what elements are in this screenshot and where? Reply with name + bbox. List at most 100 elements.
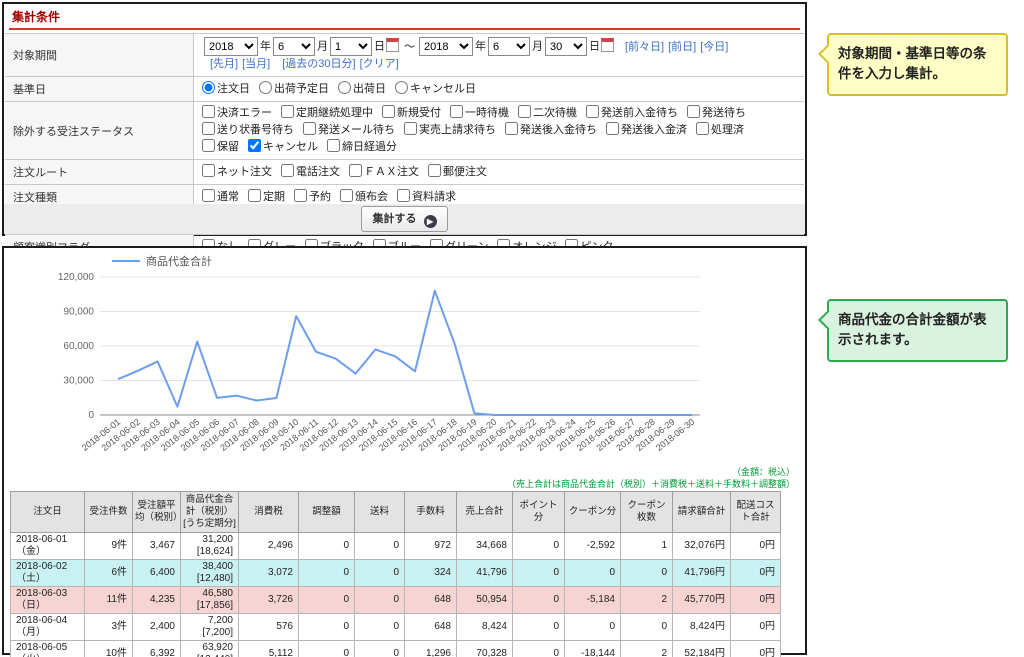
checkbox-保留[interactable]	[202, 139, 215, 152]
checkbox-資料請求[interactable]	[397, 189, 410, 202]
checkbox-郵便注文[interactable]	[428, 164, 441, 177]
checkbox-option: 通常	[202, 191, 239, 203]
option-label: 発送メール待ち	[318, 124, 395, 136]
value-cell: 0	[299, 640, 355, 657]
date-shortcut-link[interactable]: [前々日]	[625, 41, 664, 53]
shortcut-link-group: [前々日] [前日] [今日]	[625, 41, 732, 53]
option-label: 送り状番号待ち	[217, 124, 294, 136]
date-shortcut-link[interactable]: [先月]	[210, 58, 238, 70]
radio-キャンセル日[interactable]	[395, 81, 408, 94]
checkbox-新規受付[interactable]	[382, 105, 395, 118]
checkbox-ＦＡＸ注文[interactable]	[349, 164, 362, 177]
checkbox-発送後入金済[interactable]	[606, 122, 619, 135]
date-unit-label: 日	[374, 41, 385, 53]
checkbox-発送前入金待ち[interactable]	[586, 105, 599, 118]
radio-出荷日[interactable]	[338, 81, 351, 94]
checkbox-option: 実売上請求待ち	[404, 124, 496, 136]
date-shortcut-link[interactable]: [前日]	[668, 41, 696, 53]
checkbox-option: ＦＡＸ注文	[349, 166, 419, 178]
value-cell: 41,796	[457, 559, 513, 586]
option-label: ネット注文	[217, 166, 272, 178]
date-shortcut-link[interactable]: [今日]	[700, 41, 728, 53]
option-label: 発送前入金待ち	[601, 107, 678, 119]
checkbox-発送後入金待ち[interactable]	[505, 122, 518, 135]
checkbox-二次待機[interactable]	[518, 105, 531, 118]
row-label: 基準日	[5, 77, 194, 102]
checkbox-実売上請求待ち[interactable]	[404, 122, 417, 135]
radio-出荷予定日[interactable]	[259, 81, 272, 94]
value-cell: 0	[513, 613, 565, 640]
column-header: ポイント分	[513, 492, 565, 533]
to-month-select[interactable]: 6	[488, 37, 530, 56]
checkbox-予約[interactable]	[294, 189, 307, 202]
from-day-select[interactable]: 1	[330, 37, 372, 56]
radio-注文日[interactable]	[202, 81, 215, 94]
checkbox-option: 保留	[202, 141, 239, 153]
checkbox-決済エラー[interactable]	[202, 105, 215, 118]
checkbox-発送メール待ち[interactable]	[303, 122, 316, 135]
checkbox-送り状番号待ち[interactable]	[202, 122, 215, 135]
checkbox-通常[interactable]	[202, 189, 215, 202]
value-cell: 1,296	[405, 640, 457, 657]
option-label: 通常	[217, 191, 239, 203]
value-cell: 34,668	[457, 532, 513, 559]
value-cell: -5,184	[565, 586, 621, 613]
to-year-select[interactable]: 2018	[419, 37, 473, 56]
checkbox-締日経過分[interactable]	[327, 139, 340, 152]
table-row: 2018-06-05（火）10件6,39263,920 [13,440]5,11…	[11, 640, 781, 657]
option-label: 二次待機	[533, 107, 577, 119]
callout-tail-icon	[818, 310, 838, 330]
checkbox-電話注文[interactable]	[281, 164, 294, 177]
checkbox-定期[interactable]	[248, 189, 261, 202]
radio-option: キャンセル日	[395, 83, 476, 95]
value-cell: 0円	[731, 640, 781, 657]
checkbox-処理済[interactable]	[696, 122, 709, 135]
value-cell: 3件	[85, 613, 133, 640]
series-line	[118, 291, 692, 415]
column-header: 請求額合計	[673, 492, 731, 533]
checkbox-ネット注文[interactable]	[202, 164, 215, 177]
date-shortcut-link[interactable]: [過去の30日分]	[282, 58, 355, 70]
table-row: 2018-06-04（月）3件2,4007,200 [7,200]5760064…	[11, 613, 781, 640]
y-axis-tick-label: 0	[88, 410, 94, 421]
checkbox-一時待機[interactable]	[450, 105, 463, 118]
checkbox-option: 新規受付	[382, 107, 441, 119]
calendar-icon[interactable]	[386, 38, 399, 52]
y-axis-tick-label: 30,000	[63, 376, 94, 387]
legend-label: 商品代金合計	[146, 254, 212, 268]
date-shortcut-link[interactable]: [当月]	[242, 58, 270, 70]
form-row-period: 対象期間2018年6月1日～2018年6月30日[前々日][前日][今日][先月…	[5, 34, 804, 77]
calendar-icon[interactable]	[601, 38, 614, 52]
from-year-select[interactable]: 2018	[204, 37, 258, 56]
row-controls: 注文日出荷予定日出荷日キャンセル日	[194, 77, 805, 102]
option-label: 発送後入金済	[621, 124, 687, 136]
aggregate-button[interactable]: 集計する ▶	[361, 206, 447, 232]
checkbox-頒布会[interactable]	[340, 189, 353, 202]
value-cell: 576	[239, 613, 299, 640]
column-header: 手数料	[405, 492, 457, 533]
amount-note-tax: （金額：税込）	[507, 466, 795, 478]
value-cell: 0	[355, 640, 405, 657]
option-label: キャンセル	[263, 141, 318, 153]
checkbox-キャンセル[interactable]	[248, 139, 261, 152]
checkbox-option: 発送待ち	[687, 107, 746, 119]
radio-option: 注文日	[202, 83, 250, 95]
value-cell: 0	[299, 586, 355, 613]
product-total-line-chart: 030,00060,00090,000120,000商品代金合計2018-06-…	[8, 251, 803, 463]
option-label: 処理済	[711, 124, 744, 136]
date-shortcut-link[interactable]: [クリア]	[360, 58, 399, 70]
checkbox-発送待ち[interactable]	[687, 105, 700, 118]
checkbox-option: 発送前入金待ち	[586, 107, 678, 119]
checkbox-定期継続処理中[interactable]	[281, 105, 294, 118]
value-cell: -2,592	[565, 532, 621, 559]
amount-notes: （金額：税込） （売上合計は商品代金合計（税別）＋消費税＋送料＋手数料＋調整額）	[507, 466, 795, 490]
aggregation-conditions-panel: 集計条件 対象期間2018年6月1日～2018年6月30日[前々日][前日][今…	[2, 2, 807, 236]
period-conditions-callout-text: 対象期間・基準日等の条件を入力し集計。	[838, 46, 987, 81]
order-date-cell: 2018-06-04（月）	[11, 613, 85, 640]
to-day-select[interactable]: 30	[545, 37, 587, 56]
column-header: 受注件数	[85, 492, 133, 533]
option-label: 定期継続処理中	[296, 107, 373, 119]
column-header: 調整額	[299, 492, 355, 533]
from-month-select[interactable]: 6	[273, 37, 315, 56]
option-label: 資料請求	[412, 191, 456, 203]
